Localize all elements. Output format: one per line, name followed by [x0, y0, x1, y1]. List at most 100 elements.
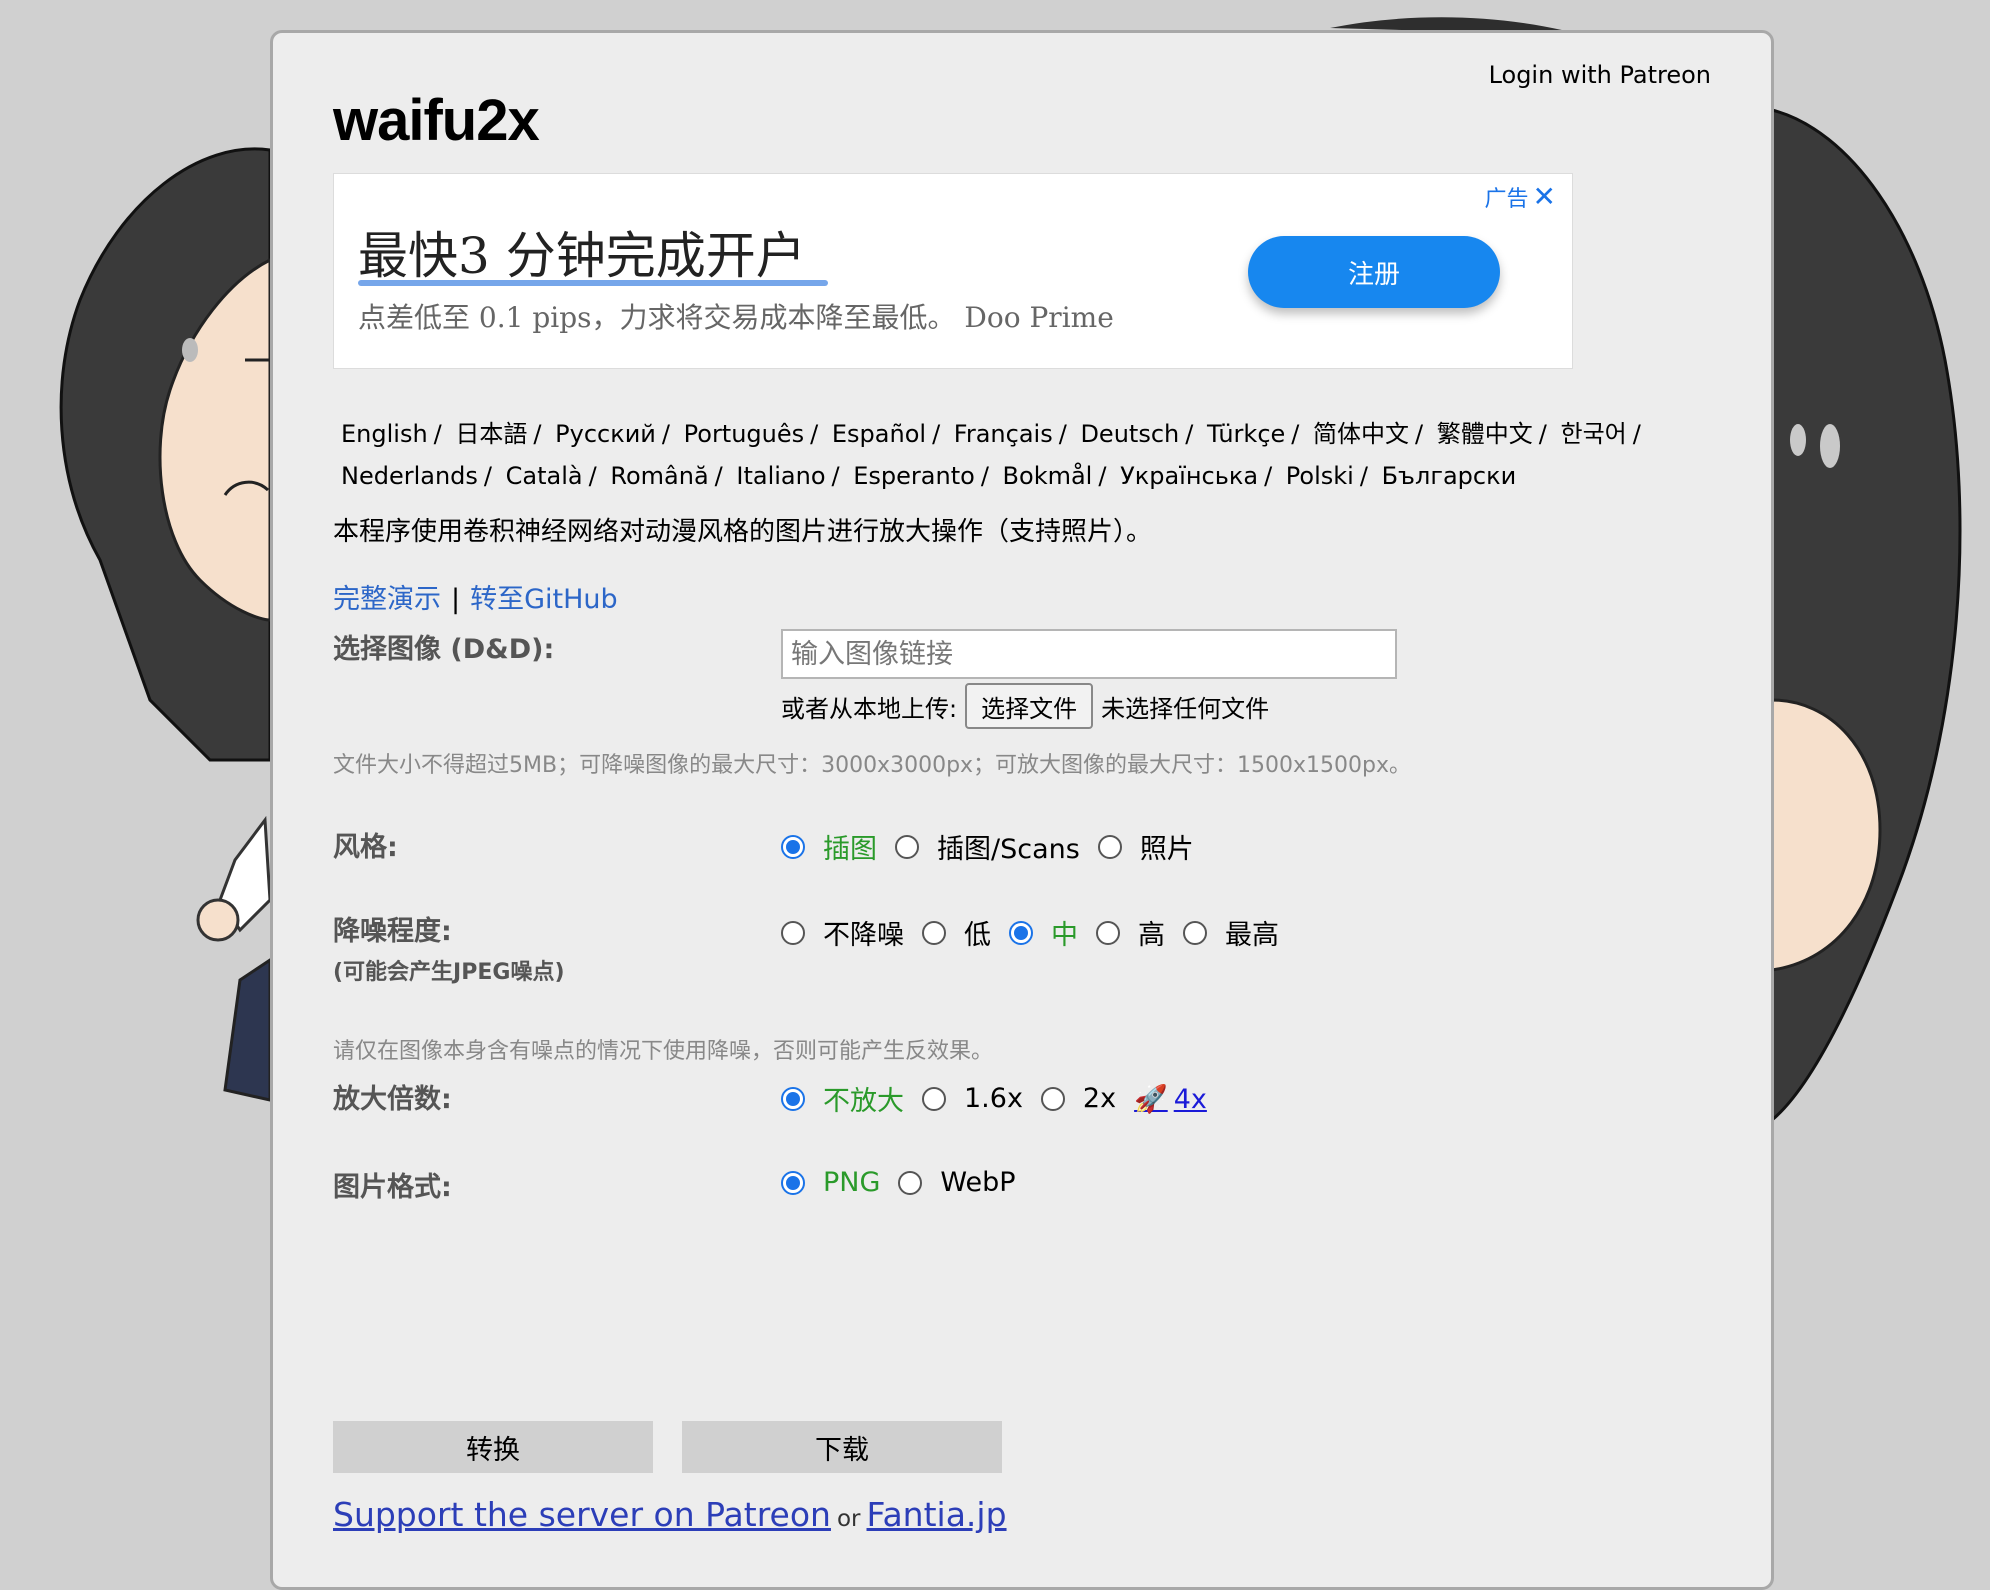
ad-tag-text: 广告	[1484, 187, 1529, 212]
style-radio[interactable]	[781, 834, 805, 859]
language-link[interactable]: Български	[1382, 462, 1517, 490]
style-label: 风格:	[333, 832, 398, 863]
style-radio[interactable]	[895, 834, 919, 859]
upload-prefix: 或者从本地上传:	[781, 694, 958, 723]
rocket-icon: 🚀	[1134, 1083, 1168, 1115]
noise-radio[interactable]	[1183, 920, 1207, 945]
noise-option[interactable]: 最高	[1183, 913, 1279, 952]
download-button[interactable]: 下载	[682, 1421, 1002, 1473]
style-radio[interactable]	[1097, 834, 1122, 859]
language-link[interactable]: 繁體中文	[1437, 420, 1533, 448]
noise-note: 请仅在图像本身含有噪点的情况下使用降噪，否则可能产生反效果。	[333, 1039, 994, 1064]
style-option[interactable]: 插图	[781, 827, 877, 866]
ad-banner[interactable]: 广告 ✕ 最快3 分钟完成开户 点差低至 0.1 pips，力求将交易成本降至最低…	[333, 173, 1573, 369]
scale-radio[interactable]	[922, 1086, 946, 1111]
language-separator: /	[433, 420, 442, 448]
language-separator: /	[1359, 462, 1368, 490]
format-radio[interactable]	[781, 1170, 805, 1195]
ad-label[interactable]: 广告 ✕	[1485, 180, 1556, 213]
format-option[interactable]: PNG	[781, 1167, 880, 1198]
language-link[interactable]: 한국어	[1560, 420, 1626, 448]
scale-radio[interactable]	[781, 1086, 805, 1111]
noise-radio[interactable]	[781, 920, 805, 945]
ad-subline: 点差低至 0.1 pips，力求将交易成本降至最低。 Doo Prime	[358, 301, 1114, 334]
language-link[interactable]: Português	[684, 420, 805, 448]
language-separator: /	[1632, 420, 1641, 448]
language-link[interactable]: 简体中文	[1313, 420, 1409, 448]
language-link[interactable]: 日本語	[455, 420, 527, 448]
noise-option[interactable]: 中	[1009, 913, 1078, 952]
size-limits-note: 文件大小不得超过5MB；可降噪图像的最大尺寸：3000x3000px；可放大图像…	[333, 753, 1412, 778]
language-link[interactable]: English	[341, 420, 428, 448]
noise-radio[interactable]	[1096, 920, 1120, 945]
noise-radio[interactable]	[1009, 920, 1033, 945]
patreon-support-link[interactable]: Support the server on Patreon	[333, 1495, 831, 1534]
language-separator: /	[1291, 420, 1300, 448]
format-option-label: WebP	[940, 1167, 1016, 1198]
language-link[interactable]: Bokmål	[1003, 462, 1093, 490]
noise-label-text: 降噪程度:	[333, 916, 452, 947]
scale-4x-premium-link[interactable]: 🚀 4x	[1134, 1083, 1207, 1115]
top-links: 完整演示 | 转至GitHub	[333, 577, 618, 616]
language-separator: /	[714, 462, 723, 490]
language-link[interactable]: Русский	[555, 420, 656, 448]
format-radio[interactable]	[898, 1170, 923, 1195]
local-upload-row: 或者从本地上传: 选择文件 未选择任何文件	[781, 683, 1269, 729]
scale-4x-label: 4x	[1173, 1083, 1207, 1115]
noise-options: 不降噪 低 中 高 最高	[781, 913, 1297, 952]
site-logo: waifu2x	[333, 88, 540, 153]
demo-link[interactable]: 完整演示	[333, 584, 441, 615]
login-patreon-link[interactable]: Login with Patreon	[1489, 61, 1711, 89]
image-url-input[interactable]	[781, 629, 1397, 679]
noise-sublabel: (可能会产生JPEG噪点)	[333, 960, 565, 985]
style-option[interactable]: 插图/Scans	[895, 827, 1080, 866]
scale-options: 不放大 1.6x 2x 🚀 4x	[781, 1079, 1207, 1118]
noise-label: 降噪程度: (可能会产生JPEG噪点)	[333, 909, 565, 986]
language-separator: /	[661, 420, 670, 448]
style-option[interactable]: 照片	[1097, 827, 1194, 866]
language-separator: /	[980, 462, 989, 490]
language-link[interactable]: Nederlands	[341, 462, 478, 490]
scale-option[interactable]: 2x	[1040, 1083, 1117, 1114]
file-status: 未选择任何文件	[1101, 694, 1270, 723]
close-icon[interactable]: ✕	[1533, 180, 1556, 213]
convert-button[interactable]: 转换	[333, 1421, 653, 1473]
language-separator: /	[1058, 420, 1067, 448]
noise-option[interactable]: 高	[1096, 913, 1165, 952]
style-option-label: 插图	[823, 834, 877, 865]
format-option-label: PNG	[823, 1167, 881, 1198]
language-link[interactable]: Español	[832, 420, 926, 448]
fantia-link[interactable]: Fantia.jp	[867, 1495, 1007, 1534]
scale-option[interactable]: 1.6x	[922, 1083, 1023, 1114]
language-link[interactable]: Français	[954, 420, 1053, 448]
support-links: Support the server on Patreon or Fantia.jp	[333, 1495, 1007, 1534]
language-link[interactable]: Українська	[1120, 462, 1258, 490]
scale-radio[interactable]	[1040, 1086, 1065, 1111]
scale-option-label: 1.6x	[964, 1083, 1023, 1114]
language-link[interactable]: Deutsch	[1080, 420, 1179, 448]
language-link[interactable]: Italiano	[736, 462, 825, 490]
noise-option[interactable]: 低	[922, 913, 991, 952]
language-link[interactable]: Polski	[1286, 462, 1354, 490]
noise-option[interactable]: 不降噪	[781, 913, 904, 952]
language-separator: /	[810, 420, 819, 448]
language-list: English / 日本語 / Русский / Português / Españo…	[341, 413, 1721, 497]
language-separator: /	[1415, 420, 1424, 448]
language-link[interactable]: Türkçe	[1207, 420, 1285, 448]
language-link[interactable]: Català	[506, 462, 583, 490]
noise-option-label: 不降噪	[823, 920, 904, 951]
language-separator: /	[1264, 462, 1273, 490]
ad-register-button[interactable]: 注册	[1248, 236, 1500, 308]
style-option-label: 插图/Scans	[937, 834, 1080, 865]
language-link[interactable]: Esperanto	[853, 462, 975, 490]
language-link[interactable]: Română	[610, 462, 708, 490]
choose-file-button[interactable]: 选择文件	[965, 683, 1094, 729]
noise-radio[interactable]	[922, 920, 946, 945]
language-separator: /	[932, 420, 941, 448]
scale-option[interactable]: 不放大	[781, 1079, 904, 1118]
format-label: 图片格式:	[333, 1172, 452, 1203]
format-option[interactable]: WebP	[898, 1167, 1016, 1198]
scale-option-label: 2x	[1082, 1083, 1117, 1114]
github-link[interactable]: 转至GitHub	[470, 584, 618, 615]
language-separator: /	[831, 462, 840, 490]
